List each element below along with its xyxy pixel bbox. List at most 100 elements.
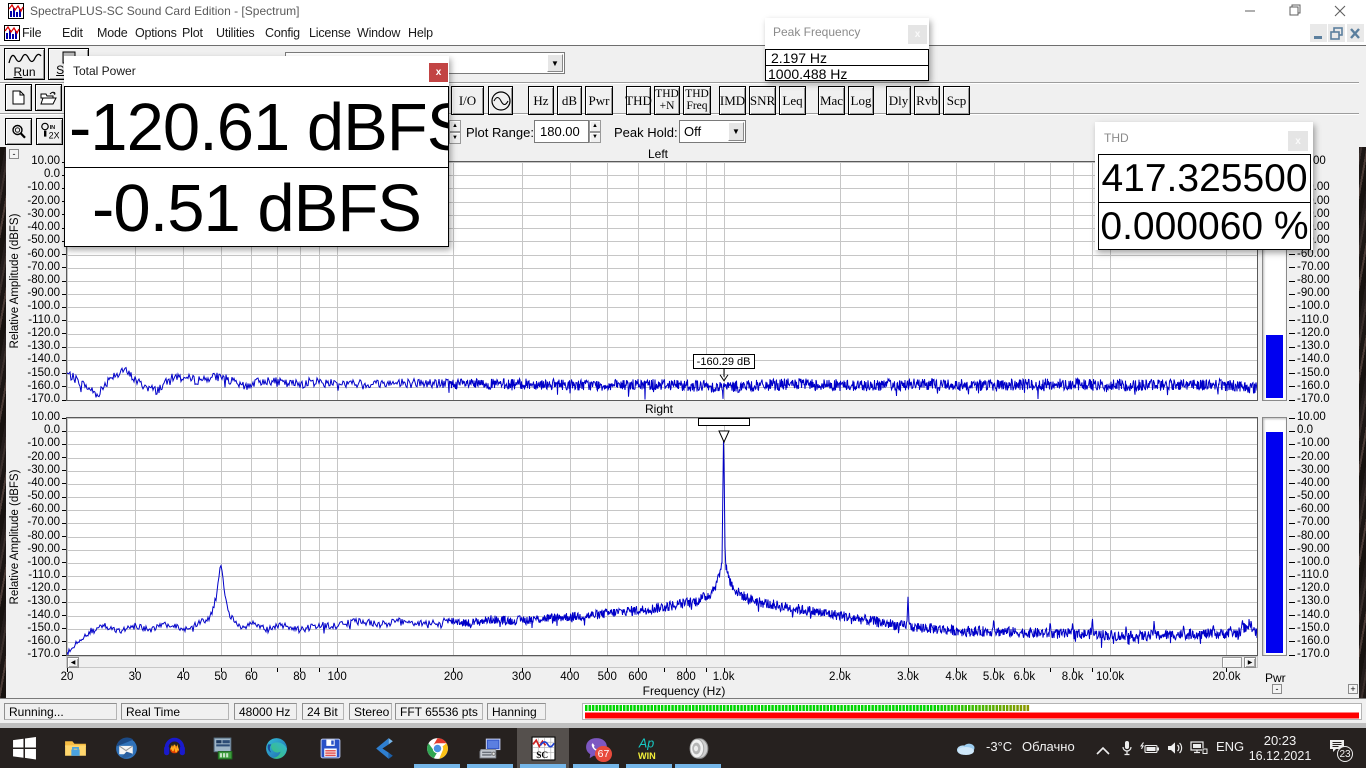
backup-disk-icon [318, 736, 343, 761]
speaker-app-icon [686, 736, 711, 761]
new-file-button[interactable] [5, 84, 32, 111]
taskbar-backup-disk[interactable] [306, 728, 354, 768]
tray-temperature[interactable]: -3°C [986, 739, 1012, 754]
y-tick [62, 483, 66, 484]
scroll-right-button[interactable]: ▶ [1244, 657, 1256, 668]
tray-weather-text[interactable]: Облачно [1022, 739, 1075, 754]
weather-icon[interactable] [955, 740, 977, 759]
db-button[interactable]: dB [557, 86, 582, 115]
network-icon[interactable] [1190, 741, 1208, 758]
mdi-minimize-button[interactable] [1310, 24, 1327, 42]
x-tick-label: 800 [677, 671, 696, 683]
mdi-restore-button[interactable] [1328, 24, 1345, 42]
tray-language[interactable]: ENG [1216, 739, 1244, 754]
restore-button[interactable] [1278, 0, 1312, 22]
close-icon[interactable]: x [429, 63, 448, 82]
tray-time[interactable]: 20:23 [1255, 733, 1305, 748]
dly-button[interactable]: Dly [886, 86, 911, 115]
plot-range-spinner[interactable]: ▲▼ [589, 120, 601, 143]
y-tick [62, 320, 66, 321]
menu-file[interactable]: File [22, 26, 41, 40]
document-icon[interactable] [4, 25, 20, 41]
close-button[interactable] [1323, 0, 1357, 22]
imd-button[interactable]: IMD [719, 86, 746, 115]
spin-down-icon[interactable]: ▼ [589, 132, 601, 144]
microphone-icon[interactable] [1121, 740, 1133, 759]
close-icon[interactable]: x [908, 25, 927, 44]
spin-down-icon[interactable]: ▼ [449, 132, 461, 144]
y-tick-right [1289, 589, 1295, 590]
spectrum-plot-right[interactable] [66, 417, 1258, 656]
spin-up-icon[interactable]: ▲ [449, 120, 461, 132]
plot-expand-button[interactable]: + [1348, 684, 1358, 694]
scrollbar-thumb[interactable] [1222, 657, 1242, 668]
menu-utilities[interactable]: Utilities [216, 26, 254, 40]
x-tick-label: 8.0k [1062, 671, 1084, 683]
snr-button[interactable]: SNR [749, 86, 776, 115]
taskbar-thunderbird[interactable] [102, 728, 150, 768]
menu-options[interactable]: Options [135, 26, 177, 40]
run-button[interactable]: Run [4, 48, 45, 80]
hz-button[interactable]: Hz [528, 86, 554, 115]
i/o-button[interactable]: I/O [451, 86, 484, 115]
menu-edit[interactable]: Edit [62, 26, 83, 40]
tray-chevron-up-icon[interactable] [1096, 743, 1110, 758]
hidden-spinner[interactable]: ▲▼ [449, 120, 461, 144]
pwr-button[interactable]: Pwr [585, 86, 613, 115]
spin-up-icon[interactable]: ▲ [589, 120, 601, 132]
taskbar-system-info[interactable] [198, 728, 246, 768]
thd+n-button[interactable]: THD+N [654, 86, 680, 115]
taskbar-apwin[interactable]: ApWIN [625, 728, 673, 768]
taskbar-edge[interactable] [252, 728, 300, 768]
menu-window[interactable]: Window [357, 26, 400, 40]
rvb-button[interactable]: Rvb [914, 86, 940, 115]
taskbar-chevron-app[interactable] [360, 728, 408, 768]
plot-h-scrollbar[interactable] [66, 656, 1258, 668]
taskbar-spectraplus[interactable]: SC [519, 728, 567, 768]
thdfreq-button[interactable]: THDFreq [683, 86, 711, 115]
thd-window: THD x 417.325500 0.000060 % [1095, 122, 1313, 250]
status-hanning: Hanning [487, 703, 546, 720]
battery-icon[interactable] [1140, 742, 1159, 758]
taskbar-viber[interactable]: 67 [572, 728, 620, 768]
menu-plot[interactable]: Plot [182, 26, 203, 40]
plot-range-input[interactable]: 180.00 [534, 120, 589, 143]
menu-help[interactable]: Help [408, 26, 433, 40]
menu-mode[interactable]: Mode [97, 26, 127, 40]
close-icon[interactable]: x [1288, 131, 1308, 151]
y-tick-label-right: -100.0 [1297, 300, 1330, 312]
mac-button[interactable]: Mac [818, 86, 845, 115]
pwr-collapse-button[interactable]: - [1272, 684, 1282, 694]
peak-hold-combo[interactable]: Off ▼ [679, 120, 746, 143]
y-tick [62, 254, 66, 255]
mdi-close-button[interactable] [1347, 24, 1364, 42]
taskbar-audacity[interactable] [150, 728, 198, 768]
taskbar-speaker-app[interactable] [674, 728, 722, 768]
combo-arrow-icon[interactable]: ▼ [547, 54, 563, 72]
volume-icon[interactable] [1167, 741, 1184, 758]
open-file-button[interactable] [35, 84, 62, 111]
taskbar-file-explorer[interactable] [51, 728, 99, 768]
menu-config[interactable]: Config [265, 26, 300, 40]
zoom-in-2x-button[interactable]: IN 2X [36, 118, 63, 145]
log-button[interactable]: Log [848, 86, 874, 115]
y-tick [62, 549, 66, 550]
zoom-button[interactable] [5, 118, 32, 145]
leq-button[interactable]: Leq [779, 86, 806, 115]
svg-text:2X: 2X [49, 130, 59, 140]
scroll-left-button[interactable]: ◀ [67, 657, 79, 668]
signal-generator-button[interactable] [488, 86, 513, 115]
tray-date[interactable]: 16.12.2021 [1243, 749, 1317, 763]
notification-center-icon[interactable]: 23 [1328, 738, 1348, 759]
taskbar-start[interactable] [0, 728, 48, 768]
taskbar-chrome[interactable] [413, 728, 461, 768]
scp-button[interactable]: Scp [943, 86, 970, 115]
minimize-button[interactable] [1233, 0, 1267, 22]
combo-arrow-icon[interactable]: ▼ [728, 122, 744, 141]
level-meter-strip [582, 703, 1362, 720]
y-tick [62, 373, 66, 374]
menu-license[interactable]: License [309, 26, 351, 40]
thd-button[interactable]: THD [626, 86, 651, 115]
taskbar-audio-tool[interactable] [466, 728, 514, 768]
pwr-label: Pwr [1265, 671, 1286, 685]
